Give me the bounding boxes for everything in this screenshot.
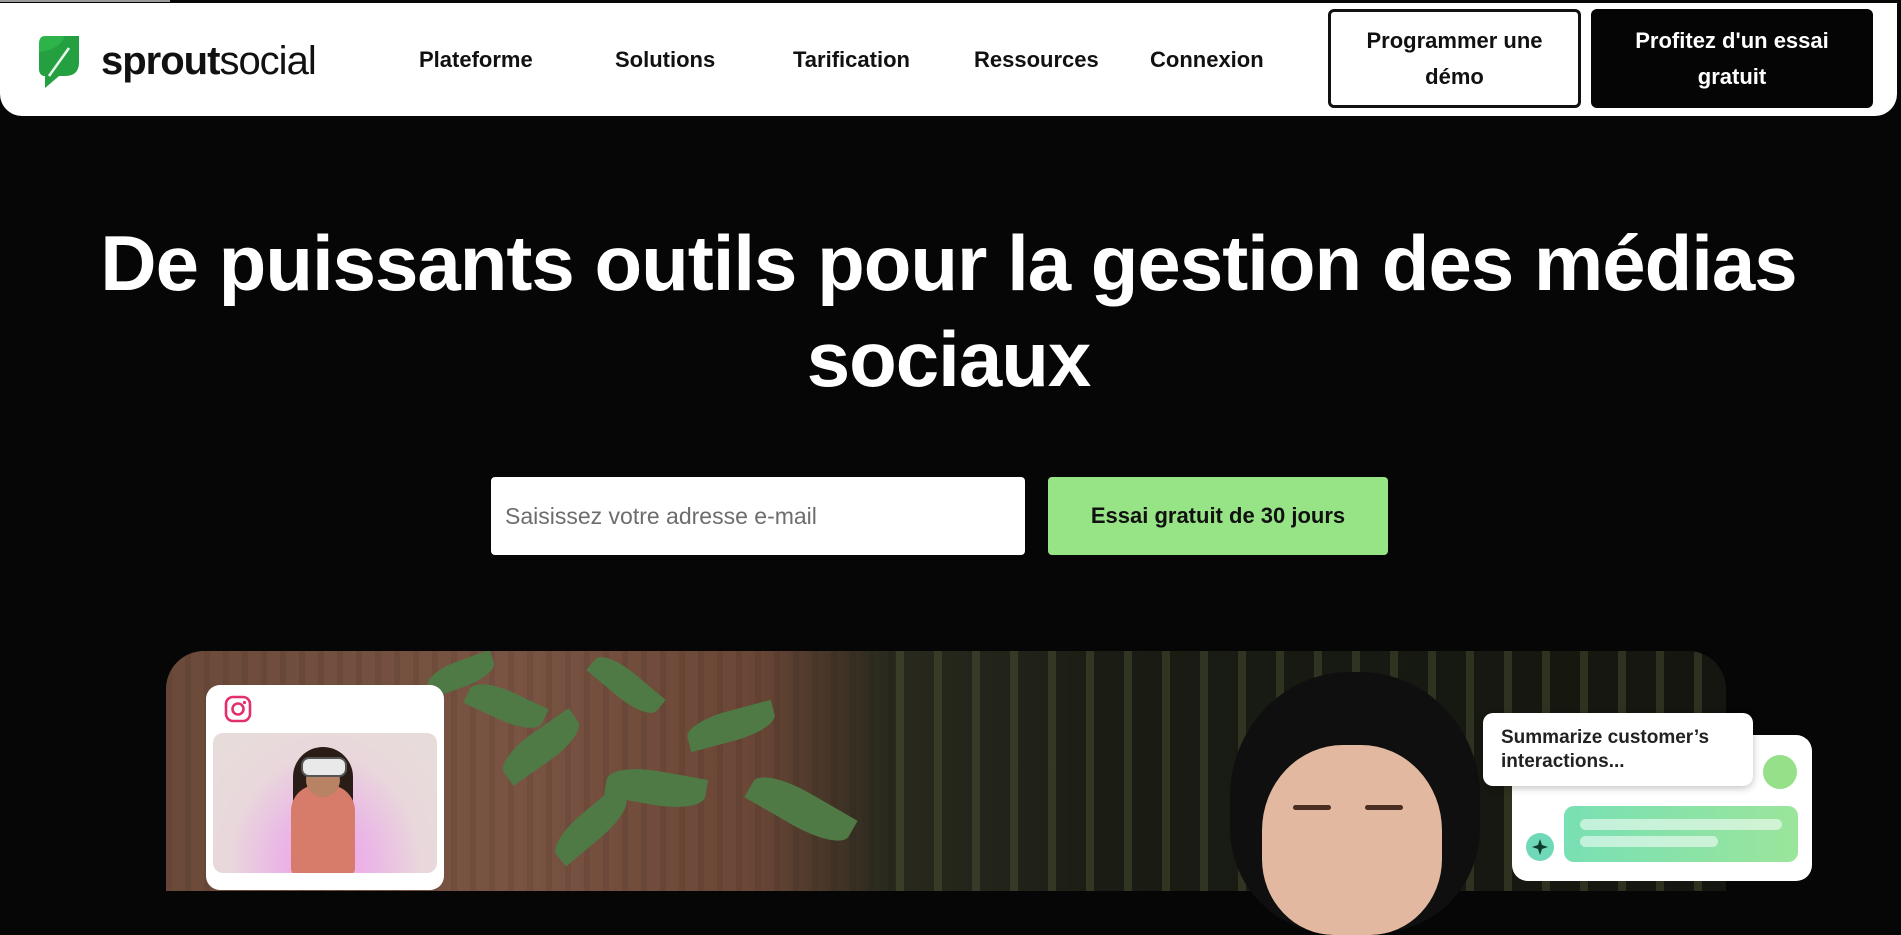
vr-headset [301,757,347,777]
sprout-leaf-icon [39,36,79,88]
user-avatar-dot [1763,755,1797,789]
vr-person-body [291,785,355,873]
schedule-demo-button[interactable]: Programmer une démo [1328,9,1581,108]
ai-sparkle-icon [1526,833,1554,861]
ai-reply-bubble [1564,806,1798,862]
brand-wordmark: sproutsocial [101,38,317,83]
instagram-post-card [206,685,444,890]
hero-title-line-2: sociaux [806,315,1091,403]
sprout-social-logo[interactable]: sproutsocial [35,32,317,90]
ai-prompt-bubble: Summarize customer’s interactions... [1483,713,1753,786]
ai-reply-placeholder-line [1580,819,1782,830]
instagram-post-photo [213,733,437,873]
person-eye [1293,805,1331,810]
ai-reply-placeholder-line [1580,836,1718,847]
free-trial-button[interactable]: Profitez d'un essai gratuit [1591,9,1873,108]
nav-plateforme[interactable]: Plateforme [419,47,533,73]
nav-tarification[interactable]: Tarification [793,47,910,73]
person-face [1262,745,1442,935]
nav-connexion[interactable]: Connexion [1150,47,1264,73]
instagram-icon [224,695,252,723]
top-edge-line [0,0,170,2]
hero-title-line-1: De puissants outils pour la gestion des … [100,219,1797,307]
nav-ressources[interactable]: Ressources [974,47,1099,73]
email-input[interactable] [491,477,1025,555]
site-header: sproutsocial Plateforme Solutions Tarifi… [0,3,1897,116]
hero-title: De puissants outils pour la gestion des … [0,215,1897,407]
person-eye [1365,805,1403,810]
nav-solutions[interactable]: Solutions [615,47,715,73]
free-trial-30-days-button[interactable]: Essai gratuit de 30 jours [1048,477,1388,555]
